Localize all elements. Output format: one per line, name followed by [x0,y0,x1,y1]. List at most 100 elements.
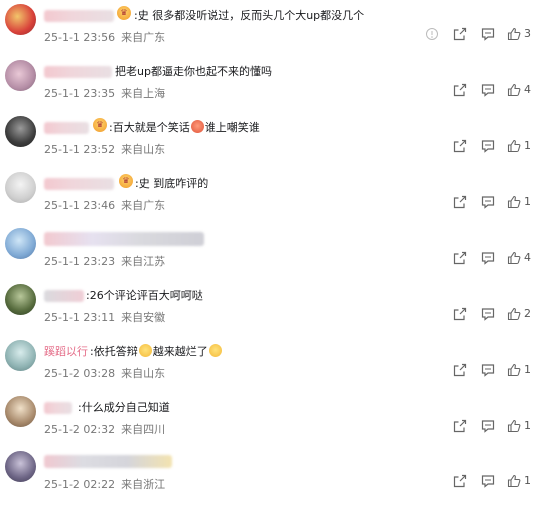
share-icon[interactable] [453,251,467,265]
comment-row: 蹊蹈以行 :依托答辩 越来越烂了 25-1-2 03:28 来自山东 1 [0,339,550,395]
comment-row: 25-1-1 23:23 来自江苏 4 [0,227,550,283]
like-icon[interactable] [507,83,521,97]
share-icon[interactable] [453,27,467,41]
fan-badge-icon: ♛ [119,174,133,188]
username-blurred[interactable] [44,10,114,22]
avatar[interactable] [5,116,36,147]
like-count: 3 [524,27,531,40]
comment-text: :什么成分自己知道 [78,401,170,414]
comment-meta: 25-1-1 23:52 来自山东 [44,141,165,157]
like-icon[interactable] [507,195,521,209]
username-blurred[interactable] [44,178,114,190]
username-blurred[interactable] [44,290,84,302]
like-icon[interactable] [507,307,521,321]
avatar[interactable] [5,451,36,482]
reply-icon[interactable] [481,27,495,41]
username-blurred[interactable] [44,402,72,414]
like-count: 4 [524,251,531,264]
comment-meta: 25-1-1 23:35 来自上海 [44,85,165,101]
like-count: 1 [524,363,531,376]
username-blurred[interactable] [44,232,204,246]
share-icon[interactable] [453,474,467,488]
comment-location: 来自山东 [121,367,166,380]
comment-date: 25-1-1 23:52 [44,143,116,156]
share-icon[interactable] [453,195,467,209]
comment-date: 25-1-1 23:35 [44,87,116,100]
username-blurred[interactable] [44,66,112,78]
avatar[interactable] [5,172,36,203]
reply-icon[interactable] [481,83,495,97]
username-blurred[interactable] [44,455,172,468]
reply-icon[interactable] [481,251,495,265]
comment-meta: 25-1-2 02:32 来自四川 [44,421,165,437]
comment-date: 25-1-1 23:23 [44,255,116,268]
comment-meta: 25-1-1 23:11 来自安徽 [44,309,165,325]
comment-text: :史 到底咋评的 [135,177,209,190]
share-icon[interactable] [453,419,467,433]
comment-date: 25-1-2 02:32 [44,423,116,436]
emoji-icon [208,344,222,357]
like-icon[interactable] [507,474,521,488]
comment-row: :什么成分自己知道 25-1-2 02:32 来自四川 1 [0,395,550,451]
avatar[interactable] [5,284,36,315]
comment-location: 来自浙江 [121,478,166,491]
like-count: 1 [524,419,531,432]
comment-row: ♛ :史 很多都没听说过，反而头几个大up都没几个 25-1-1 23:56 来自… [0,3,550,59]
emoji-icon [190,120,204,133]
reply-icon[interactable] [481,419,495,433]
like-icon[interactable] [507,139,521,153]
comment-row: ♛ :百大就是个笑话 谁上嘲笑谁 25-1-1 23:52 来自山东 1 [0,115,550,171]
like-icon[interactable] [507,419,521,433]
username[interactable]: 蹊蹈以行 [44,343,88,359]
comment-text-part: 越来越烂了 [152,345,208,358]
comment-text-part: 谁上嘲笑谁 [204,121,260,134]
reply-icon[interactable] [481,474,495,488]
comment-row: 25-1-2 02:22 来自浙江 1 [0,450,550,506]
reply-icon[interactable] [481,139,495,153]
avatar[interactable] [5,4,36,35]
reply-icon[interactable] [481,195,495,209]
avatar[interactable] [5,228,36,259]
comment-text: :百大就是个笑话 谁上嘲笑谁 [109,119,260,135]
comment-text: :26个评论评百大呵呵哒 [86,289,203,302]
comment-text-part: :依托答辩 [90,345,138,358]
share-icon[interactable] [453,83,467,97]
comment-date: 25-1-1 23:56 [44,31,116,44]
comment-location: 来自广东 [121,31,166,44]
share-icon[interactable] [453,307,467,321]
emoji-icon [138,344,152,357]
comment-location: 来自四川 [121,423,166,436]
avatar[interactable] [5,60,36,91]
like-icon[interactable] [507,27,521,41]
share-icon[interactable] [453,363,467,377]
comment-location: 来自广东 [121,199,166,212]
avatar[interactable] [5,396,36,427]
like-count: 1 [524,474,531,487]
comment-text: :史 很多都没听说过，反而头几个大up都没几个 [134,9,365,22]
like-icon[interactable] [507,251,521,265]
like-count: 4 [524,83,531,96]
comment-meta: 25-1-1 23:23 来自江苏 [44,253,165,269]
comment-row: 把老up都逼走你也起不来的懂吗 25-1-1 23:35 来自上海 4 [0,59,550,115]
avatar[interactable] [5,340,36,371]
comment-date: 25-1-2 03:28 [44,367,116,380]
more-info-icon[interactable] [425,27,439,41]
like-count: 2 [524,307,531,320]
comment-location: 来自安徽 [121,311,166,324]
comment-text-part: :百大就是个笑话 [109,121,190,134]
comment-text: 把老up都逼走你也起不来的懂吗 [115,65,272,78]
fan-badge-icon: ♛ [117,6,131,20]
reply-icon[interactable] [481,363,495,377]
like-count: 1 [524,195,531,208]
comment-date: 25-1-1 23:11 [44,311,116,324]
comment-meta: 25-1-1 23:56 来自广东 [44,29,165,45]
comment-location: 来自江苏 [121,255,166,268]
reply-icon[interactable] [481,307,495,321]
comment-location: 来自山东 [121,143,166,156]
comment-date: 25-1-2 02:22 [44,478,116,491]
username-blurred[interactable] [44,122,89,134]
like-count: 1 [524,139,531,152]
like-icon[interactable] [507,363,521,377]
share-icon[interactable] [453,139,467,153]
comment-meta: 25-1-2 03:28 来自山东 [44,365,165,381]
